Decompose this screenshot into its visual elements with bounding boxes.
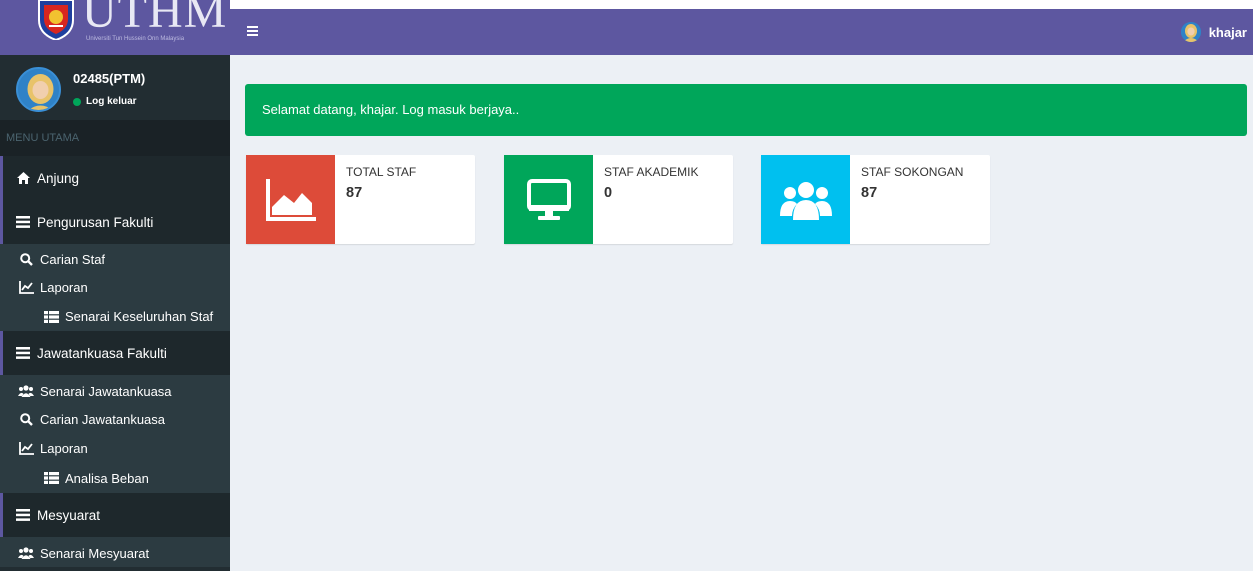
user-panel: 02485(PTM) Log keluar — [0, 55, 230, 120]
sidebar-item-label: Pengurusan Fakulti — [37, 214, 154, 230]
sidebar-item-label: Laporan — [40, 441, 88, 456]
sidebar: UTHM Universiti Tun Hussein Onn Malaysia… — [0, 0, 230, 571]
info-box-value: 0 — [604, 185, 613, 201]
home-icon — [15, 171, 31, 185]
sidebar-item-label: Senarai Mesyuarat — [40, 545, 150, 561]
users-icon — [761, 155, 850, 244]
sidebar-item-pengurusan-fakulti[interactable]: Pengurusan Fakulti — [0, 200, 230, 244]
user-name: khajar — [1208, 24, 1247, 40]
info-box-label: STAF AKADEMIK — [604, 165, 699, 179]
sidebar-item-jawatankuasa-fakulti[interactable]: Jawatankuasa Fakulti — [0, 331, 230, 375]
sidebar-item-label: Anjung — [37, 170, 80, 186]
sidebar-item-label: Senarai Keseluruhan Staf — [65, 309, 214, 324]
sidebar-item-anjung[interactable]: Anjung — [0, 156, 230, 200]
info-box-staf-sokongan[interactable]: STAF SOKONGAN 87 — [761, 155, 990, 244]
sidebar-item-senarai-keseluruhan-staf[interactable]: Senarai Keseluruhan Staf — [0, 302, 230, 331]
sidebar-item-label: Analisa Beban — [65, 470, 149, 486]
logo[interactable]: UTHM Universiti Tun Hussein Onn Malaysia — [0, 0, 230, 55]
info-box-label: TOTAL STAF — [346, 165, 417, 179]
success-alert: Selamat datang, khajar. Log masuk berjay… — [245, 84, 1247, 136]
logo-subtitle: Universiti Tun Hussein Onn Malaysia — [86, 36, 185, 42]
area-chart-icon — [246, 155, 335, 244]
top-navbar: khajar — [230, 9, 1253, 55]
menu-header: MENU UTAMA — [0, 120, 230, 156]
sidebar-item-analisa-beban[interactable]: Analisa Beban — [0, 463, 230, 493]
user-menu[interactable]: khajar — [1180, 22, 1247, 42]
sidebar-item-laporan[interactable]: Laporan — [0, 273, 230, 302]
logout-label: Log keluar — [86, 96, 137, 107]
info-box-label: STAF SOKONGAN — [861, 165, 964, 179]
logout-link[interactable]: Log keluar — [73, 96, 137, 107]
sidebar-item-mesyuarat[interactable]: Mesyuarat — [0, 493, 230, 537]
sidebar-item-label: Carian Jawatankuasa — [40, 412, 166, 427]
list-icon — [15, 346, 31, 360]
sidebar-item-senarai-jawatankuasa[interactable]: Senarai Jawatankuasa — [0, 375, 230, 405]
sidebar-item-label: Carian Staf — [40, 252, 106, 267]
search-icon — [18, 413, 34, 427]
sidebar-item-laporan-jawatankuasa[interactable]: Laporan — [0, 434, 230, 463]
sidebar-item-label: Laporan — [40, 280, 88, 295]
sidebar-item-label: Mesyuarat — [37, 507, 101, 523]
line-chart-icon — [18, 442, 34, 456]
list-icon — [15, 215, 31, 229]
table-icon — [43, 310, 59, 324]
list-icon — [15, 508, 31, 522]
online-status-icon — [73, 97, 81, 106]
sidebar-item-carian-jawatankuasa[interactable]: Carian Jawatankuasa — [0, 405, 230, 434]
hamburger-menu-icon[interactable] — [247, 22, 260, 40]
search-icon — [18, 253, 34, 267]
info-box-staf-akademik[interactable]: STAF AKADEMIK 0 — [504, 155, 733, 244]
line-chart-icon — [18, 281, 34, 295]
desktop-icon — [504, 155, 593, 244]
sidebar-item-label: Jawatankuasa Fakulti — [37, 345, 167, 361]
sidebar-item-carian-staf[interactable]: Carian Staf — [0, 244, 230, 273]
uthm-shield-icon — [38, 0, 74, 40]
avatar — [16, 67, 61, 112]
info-box-value: 87 — [861, 185, 878, 201]
users-icon — [18, 546, 34, 560]
logo-text: UTHM — [82, 0, 228, 38]
sidebar-item-senarai-mesyuarat[interactable]: Senarai Mesyuarat — [0, 537, 230, 567]
avatar — [1180, 22, 1201, 42]
users-icon — [18, 384, 34, 398]
info-box-total-staf[interactable]: TOTAL STAF 87 — [246, 155, 475, 244]
table-icon — [43, 471, 59, 485]
user-id: 02485(PTM) — [73, 71, 146, 86]
info-box-value: 87 — [346, 185, 363, 201]
sidebar-item-label: Senarai Jawatankuasa — [40, 383, 172, 399]
